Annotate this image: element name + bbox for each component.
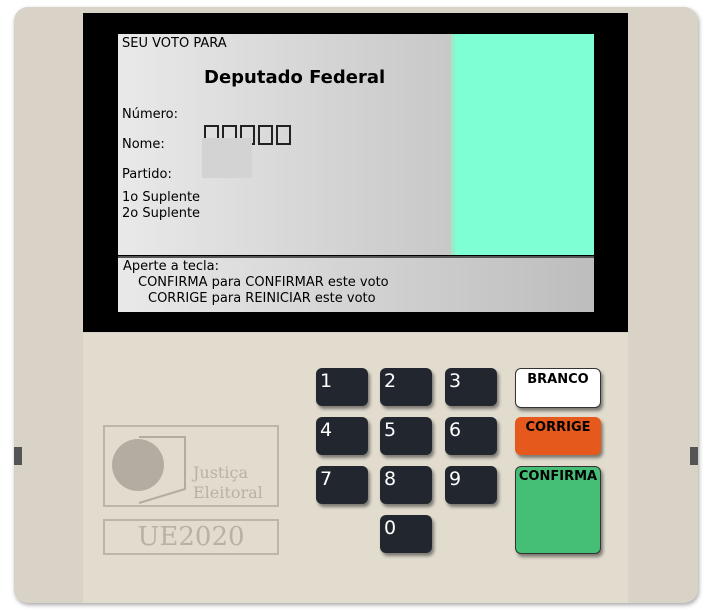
office-title: Deputado Federal	[204, 67, 386, 88]
key-label: 8	[384, 468, 397, 490]
confirma-label: CONFIRMA	[518, 469, 598, 484]
vote-screen: SEU VOTO PARA Deputado Federal Número: N…	[118, 34, 451, 255]
substitute2-label: 2o Suplente	[122, 206, 201, 221]
corrige-label: CORRIGE	[525, 420, 591, 435]
confirma-button[interactable]: CONFIRMA	[515, 466, 601, 554]
number-label: Número:	[122, 107, 179, 122]
key-label: 6	[449, 419, 462, 441]
voting-machine: SEU VOTO PARA Deputado Federal Número: N…	[14, 7, 698, 603]
screen-frame: SEU VOTO PARA Deputado Federal Número: N…	[83, 13, 628, 332]
key-label: 5	[384, 419, 397, 441]
key-label: 1	[320, 370, 333, 392]
key-7[interactable]: 7	[316, 466, 368, 504]
candidate-photo	[451, 34, 594, 255]
name-label: Nome:	[122, 137, 165, 152]
key-label: 2	[384, 370, 397, 392]
key-9[interactable]: 9	[445, 466, 497, 504]
instruction-line-2: CONFIRMA para CONFIRMAR este voto	[138, 275, 389, 290]
photo-edge	[451, 34, 455, 255]
justica-eleitoral-logo: Justiça Eleitoral	[103, 425, 279, 507]
key-3[interactable]: 3	[445, 368, 497, 406]
key-6[interactable]: 6	[445, 417, 497, 455]
left-side-tab	[14, 447, 22, 465]
right-side-tab	[690, 447, 698, 465]
substitute1-label: 1o Suplente	[122, 190, 201, 205]
key-label: 7	[320, 468, 333, 490]
logo-text-line-1: Justiça	[193, 463, 248, 482]
number-digit-box	[258, 125, 273, 145]
branco-label: BRANCO	[527, 372, 589, 387]
model-label: UE2020	[103, 519, 279, 555]
instructions-panel: Aperte a tecla: CONFIRMA para CONFIRMAR …	[118, 256, 594, 312]
logo-text-line-2: Eleitoral	[193, 483, 263, 502]
key-label: 3	[449, 370, 462, 392]
party-label: Partido:	[122, 167, 172, 182]
branco-button[interactable]: BRANCO	[515, 368, 601, 408]
key-2[interactable]: 2	[380, 368, 432, 406]
key-label: 9	[449, 468, 462, 490]
key-label: 4	[320, 419, 333, 441]
key-8[interactable]: 8	[380, 466, 432, 504]
key-5[interactable]: 5	[380, 417, 432, 455]
key-label: 0	[384, 517, 397, 539]
instruction-line-1: Aperte a tecla:	[123, 259, 220, 274]
name-field	[202, 138, 252, 178]
instruction-line-3: CORRIGE para REINICIAR este voto	[148, 291, 376, 306]
key-4[interactable]: 4	[316, 417, 368, 455]
corrige-button[interactable]: CORRIGE	[515, 417, 601, 455]
screen-header: SEU VOTO PARA	[122, 36, 227, 51]
key-0[interactable]: 0	[380, 515, 432, 553]
number-digit-box	[276, 125, 291, 145]
key-1[interactable]: 1	[316, 368, 368, 406]
